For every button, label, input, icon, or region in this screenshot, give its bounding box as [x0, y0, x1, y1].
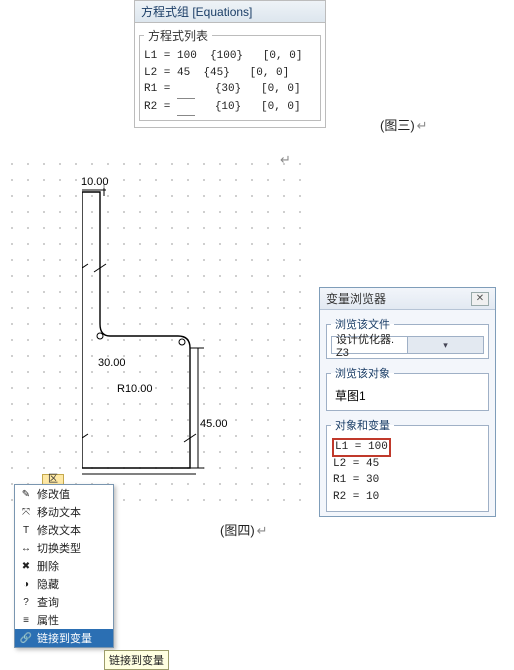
- close-button[interactable]: ✕: [471, 292, 489, 306]
- file-fieldset: 浏览该文件 设计优化器. Z3 ▾: [326, 316, 489, 359]
- file-legend: 浏览该文件: [331, 316, 394, 332]
- equation-row: R1 = {30} [0, 0]: [144, 81, 316, 99]
- equation-value-input[interactable]: [177, 99, 195, 117]
- menu-item-label: 移动文本: [37, 504, 81, 520]
- variable-row[interactable]: R2 = 10: [333, 489, 482, 506]
- variable-row[interactable]: L2 = 45: [333, 456, 482, 473]
- equation-row: R2 = {10} [0, 0]: [144, 99, 316, 117]
- equations-legend: 方程式列表: [144, 27, 212, 44]
- object-legend: 浏览该对象: [331, 365, 394, 381]
- equations-panel: 方程式组 [Equations] 方程式列表 L1 = 100 {100} [0…: [134, 0, 326, 128]
- equations-fieldset: 方程式列表 L1 = 100 {100} [0, 0]L2 = 45 {45} …: [139, 27, 321, 121]
- dim-45[interactable]: 45.00: [200, 418, 228, 430]
- dim-top[interactable]: 10.00: [81, 176, 109, 188]
- menu-item-label: 查询: [37, 594, 59, 610]
- context-menu-item[interactable]: 🔗 链接到变量: [15, 629, 113, 647]
- context-menu-item[interactable]: ✎ 修改值: [15, 485, 113, 503]
- equation-value-input[interactable]: [177, 81, 195, 99]
- context-menu-item[interactable]: ↔ 切换类型: [15, 539, 113, 557]
- sketch-shape: 10.00 30.00 R10.00 45.00: [82, 178, 212, 488]
- variable-browser-title: 变量浏览器: [326, 290, 386, 307]
- object-fieldset: 浏览该对象 草图1: [326, 365, 489, 411]
- dim-mid[interactable]: 30.00: [98, 357, 126, 369]
- object-value: 草图1: [331, 385, 484, 406]
- caption-fig4: (图四)↵: [220, 520, 268, 539]
- cad-canvas[interactable]: 10.00 30.00 R10.00 45.00 区 ✎修改值⤧移动文本T修改文…: [4, 156, 304, 508]
- menu-item-label: 切换类型: [37, 540, 81, 556]
- menu-item-icon: ⤧: [19, 505, 33, 519]
- context-menu-item[interactable]: ≡ 属性: [15, 611, 113, 629]
- vars-legend: 对象和变量: [331, 417, 394, 433]
- menu-item-label: 属性: [37, 612, 59, 628]
- context-menu-item[interactable]: ⤧ 移动文本: [15, 503, 113, 521]
- context-menu-item[interactable]: T 修改文本: [15, 521, 113, 539]
- tooltip-link-variable: 链接到变量: [104, 650, 169, 670]
- caption-fig3: (图三)↵: [380, 115, 428, 134]
- context-menu-item[interactable]: ✖ 删除: [15, 557, 113, 575]
- menu-item-icon: ✎: [19, 487, 33, 501]
- vars-fieldset: 对象和变量 L1 = 100L2 = 45R1 = 30R2 = 10: [326, 417, 489, 512]
- menu-item-icon: ✖: [19, 559, 33, 573]
- chevron-down-icon[interactable]: ▾: [407, 337, 483, 353]
- menu-item-icon: ↔: [19, 541, 33, 555]
- menu-item-label: 隐藏: [37, 576, 59, 592]
- file-combo-value: 设计优化器. Z3: [332, 331, 407, 359]
- context-menu-item[interactable]: ◑ 隐藏: [15, 575, 113, 593]
- variable-row[interactable]: L1 = 100: [333, 439, 390, 456]
- dim-r10[interactable]: R10.00: [117, 383, 152, 395]
- menu-item-icon: T: [19, 523, 33, 537]
- file-combo[interactable]: 设计优化器. Z3 ▾: [331, 336, 484, 354]
- menu-item-icon: 🔗: [19, 631, 33, 645]
- context-menu: ✎ 修改值 ⤧ 移动文本 T 修改文本 ↔ 切换类型 ✖ 删除 ◑ 隐藏? 查询 ≡ 属性 🔗 链接到变量: [14, 484, 114, 648]
- menu-item-icon: ≡: [19, 613, 33, 627]
- context-menu-item[interactable]: ? 查询: [15, 593, 113, 611]
- menu-item-label: 修改值: [37, 486, 70, 502]
- equation-row: L1 = 100 {100} [0, 0]: [144, 48, 316, 65]
- menu-item-icon: ◑: [19, 577, 33, 591]
- variable-browser-panel: 变量浏览器 ✕ 浏览该文件 设计优化器. Z3 ▾ 浏览该对象 草图1 对象和变…: [319, 287, 496, 517]
- menu-item-icon: ?: [19, 595, 33, 609]
- menu-item-label: 删除: [37, 558, 59, 574]
- variable-row[interactable]: R1 = 30: [333, 472, 482, 489]
- equation-row: L2 = 45 {45} [0, 0]: [144, 65, 316, 82]
- menu-item-label: 修改文本: [37, 522, 81, 538]
- equations-title: 方程式组 [Equations]: [135, 1, 325, 23]
- menu-item-label: 链接到变量: [37, 630, 92, 646]
